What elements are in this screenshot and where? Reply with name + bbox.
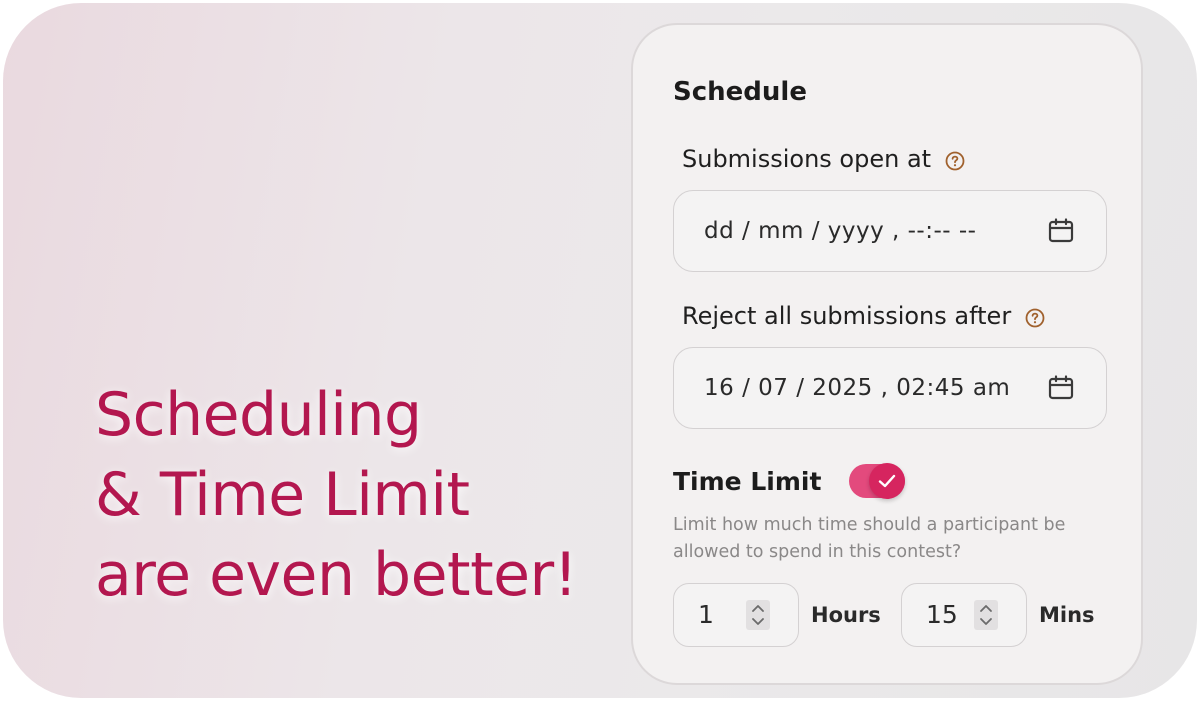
promo-frame: Scheduling & Time Limit are even better!… <box>3 3 1197 698</box>
hours-value: 1 <box>698 600 714 629</box>
chevron-down-icon <box>752 618 764 625</box>
headline-line-2: & Time Limit <box>95 460 470 530</box>
calendar-icon[interactable] <box>1048 375 1074 401</box>
reject-after-label-row: Reject all submissions after <box>682 302 1045 330</box>
question-circle-icon[interactable] <box>1025 306 1045 328</box>
calendar-icon[interactable] <box>1048 218 1074 244</box>
chevron-down-icon <box>980 618 992 625</box>
toggle-knob <box>869 463 906 499</box>
open-at-label-row: Submissions open at <box>682 145 965 173</box>
schedule-card: Schedule Submissions open at dd / mm / y… <box>631 23 1143 685</box>
reject-after-datetime-input[interactable]: 16 / 07 / 2025 , 02:45 am <box>673 347 1107 429</box>
question-circle-icon[interactable] <box>945 149 965 171</box>
minutes-input[interactable]: 15 <box>901 583 1027 647</box>
minutes-value: 15 <box>926 600 958 629</box>
hours-unit-label: Hours <box>811 603 881 627</box>
reject-after-value: 16 / 07 / 2025 , 02:45 am <box>704 375 1011 401</box>
minutes-spinner[interactable] <box>974 600 998 630</box>
chevron-up-icon <box>752 605 764 612</box>
hours-spinner[interactable] <box>746 600 770 630</box>
time-limit-toggle[interactable] <box>849 463 906 499</box>
time-limit-label: Time Limit <box>673 466 822 496</box>
headline-line-3: are even better! <box>95 540 578 610</box>
hours-input[interactable]: 1 <box>673 583 799 647</box>
headline: Scheduling & Time Limit are even better! <box>95 375 655 615</box>
open-at-value: dd / mm / yyyy , --:-- -- <box>704 218 977 244</box>
time-limit-description: Limit how much time should a participant… <box>673 515 1066 562</box>
reject-after-label: Reject all submissions after <box>682 302 1012 330</box>
headline-line-1: Scheduling <box>95 380 422 450</box>
open-at-datetime-input[interactable]: dd / mm / yyyy , --:-- -- <box>673 190 1107 272</box>
check-icon <box>879 474 896 488</box>
schedule-title: Schedule <box>673 77 807 107</box>
open-at-label: Submissions open at <box>682 145 932 173</box>
chevron-up-icon <box>980 605 992 612</box>
time-limit-row: Time Limit <box>673 461 906 501</box>
minutes-unit-label: Mins <box>1039 603 1095 627</box>
